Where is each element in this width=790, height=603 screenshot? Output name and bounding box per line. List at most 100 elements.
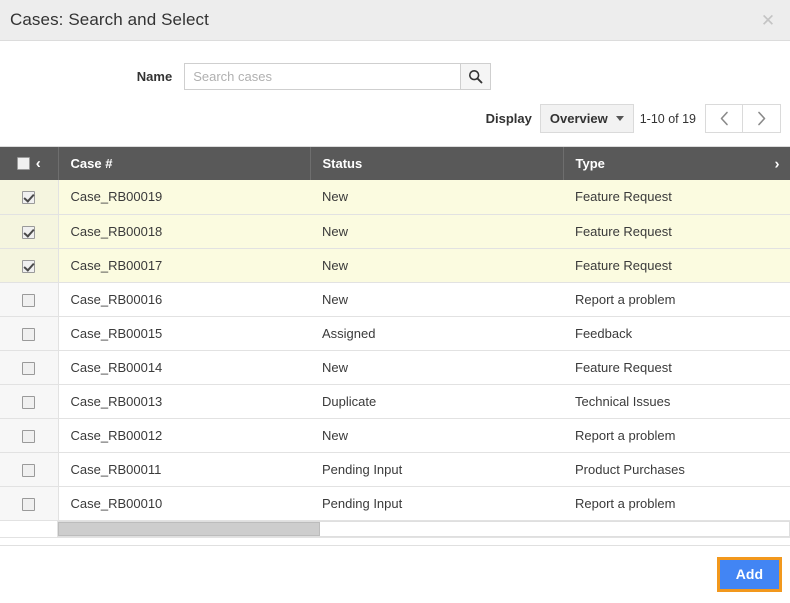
table-row[interactable]: Case_RB00018 New Feature Request [0, 214, 790, 249]
pagination-range: 1-10 of 19 [639, 111, 696, 126]
table-row[interactable]: Case_RB00012 New Report a problem [0, 418, 790, 453]
row-checkbox[interactable] [22, 429, 36, 443]
search-icon [469, 69, 483, 84]
scrollbar-gutter [0, 520, 58, 537]
row-checkbox[interactable] [22, 259, 36, 273]
display-row: Display Overview 1-10 of 19 [0, 90, 790, 133]
dialog-footer: Add [0, 545, 790, 603]
case-link[interactable]: Case_RB00015 [71, 326, 163, 341]
table-row[interactable]: Case_RB00017 New Feature Request [0, 248, 790, 283]
cell-case: Case_RB00010 [58, 486, 310, 521]
row-checkbox-cell[interactable] [0, 486, 59, 521]
cell-case: Case_RB00016 [58, 282, 310, 317]
select-all-checkbox[interactable] [16, 157, 30, 170]
prev-page-button[interactable] [705, 104, 743, 133]
chevron-left-icon[interactable]: ‹ [36, 156, 41, 171]
search-input[interactable] [184, 63, 461, 90]
add-button[interactable]: Add [716, 556, 783, 593]
table-row[interactable]: Case_RB00015 Assigned Feedback [0, 316, 790, 351]
table-row[interactable]: Case_RB00016 New Report a problem [0, 282, 790, 317]
row-checkbox[interactable] [22, 293, 36, 307]
cell-case: Case_RB00017 [58, 248, 310, 283]
scrollbar-thumb[interactable] [58, 521, 320, 536]
cell-status: New [310, 350, 563, 385]
row-checkbox-cell[interactable] [0, 384, 59, 419]
chevron-right-icon [758, 111, 766, 126]
case-link[interactable]: Case_RB00012 [71, 428, 163, 443]
case-link[interactable]: Case_RB00017 [71, 258, 163, 273]
row-checkbox-cell[interactable] [0, 316, 59, 351]
search-control [184, 63, 492, 90]
search-label: Name [136, 69, 173, 84]
cell-case: Case_RB00012 [58, 418, 310, 453]
chevron-down-icon [615, 116, 624, 121]
row-checkbox-cell[interactable] [0, 282, 59, 317]
row-checkbox[interactable] [22, 327, 36, 341]
cell-type: Report a problem [563, 282, 790, 317]
display-label: Display [485, 111, 532, 126]
scrollbar-track[interactable] [58, 520, 790, 537]
cell-case: Case_RB00019 [58, 180, 310, 215]
case-link[interactable]: Case_RB00018 [71, 224, 163, 239]
column-header-type[interactable]: Type › [563, 147, 790, 180]
case-link[interactable]: Case_RB00019 [71, 189, 163, 204]
cell-case: Case_RB00018 [58, 214, 310, 249]
dialog-titlebar: Cases: Search and Select ✕ [0, 0, 790, 41]
table-row[interactable]: Case_RB00019 New Feature Request [0, 180, 790, 215]
cell-status: New [310, 180, 563, 215]
row-checkbox-cell[interactable] [0, 418, 59, 453]
display-select[interactable]: Overview [539, 104, 634, 133]
dialog-body: Name Display Overview 1-10 of 19 [0, 41, 790, 545]
cell-type: Report a problem [563, 486, 790, 521]
display-select-value: Overview [549, 111, 608, 126]
row-checkbox[interactable] [22, 225, 36, 239]
row-checkbox[interactable] [22, 463, 36, 477]
row-checkbox[interactable] [22, 191, 36, 205]
row-checkbox-cell[interactable] [0, 248, 59, 283]
next-page-button[interactable] [743, 104, 781, 133]
cases-table-body: Case_RB00019 New Feature Request Case_RB000… [0, 180, 790, 521]
cell-status: Pending Input [310, 486, 563, 521]
pagination-controls [705, 104, 781, 133]
row-checkbox-cell[interactable] [0, 452, 59, 487]
row-checkbox[interactable] [22, 497, 36, 511]
search-button[interactable] [460, 63, 492, 90]
cell-status: New [310, 418, 563, 453]
case-link[interactable]: Case_RB00014 [71, 360, 163, 375]
cell-case: Case_RB00013 [58, 384, 310, 419]
table-horizontal-scrollbar[interactable] [0, 520, 790, 538]
row-checkbox-cell[interactable] [0, 214, 59, 249]
column-header-case[interactable]: Case # [58, 147, 311, 180]
cell-status: Assigned [310, 316, 563, 351]
cell-type: Feature Request [563, 180, 790, 215]
cases-search-select-dialog: Cases: Search and Select ✕ Name Display … [0, 0, 790, 603]
table-row[interactable]: Case_RB00011 Pending Input Product Purchas… [0, 452, 790, 487]
cell-case: Case_RB00011 [58, 452, 310, 487]
case-link[interactable]: Case_RB00013 [71, 394, 163, 409]
table-row[interactable]: Case_RB00014 New Feature Request [0, 350, 790, 385]
case-link[interactable]: Case_RB00010 [71, 496, 163, 511]
cell-type: Feedback [563, 316, 790, 351]
chevron-right-icon[interactable]: › [775, 156, 780, 171]
cell-type: Report a problem [563, 418, 790, 453]
row-checkbox[interactable] [22, 395, 36, 409]
table-row[interactable]: Case_RB00013 Duplicate Technical Issues [0, 384, 790, 419]
row-checkbox[interactable] [22, 361, 36, 375]
select-all-header: ‹ [0, 147, 59, 180]
cases-table-header-row: ‹ Case # Status Type › [0, 147, 790, 180]
search-row: Name [0, 41, 790, 90]
column-header-status[interactable]: Status [310, 147, 564, 180]
cell-type: Product Purchases [563, 452, 790, 487]
close-icon[interactable]: ✕ [758, 10, 778, 30]
case-link[interactable]: Case_RB00016 [71, 292, 163, 307]
table-row[interactable]: Case_RB00010 Pending Input Report a proble… [0, 486, 790, 521]
row-checkbox-cell[interactable] [0, 180, 59, 215]
chevron-left-icon [720, 111, 728, 126]
row-checkbox-cell[interactable] [0, 350, 59, 385]
cell-type: Feature Request [563, 214, 790, 249]
cell-type: Technical Issues [563, 384, 790, 419]
case-link[interactable]: Case_RB00011 [71, 462, 162, 477]
cell-type: Feature Request [563, 248, 790, 283]
cases-table-area: ‹ Case # Status Type › Case_RB00019 New Fe… [0, 146, 790, 538]
